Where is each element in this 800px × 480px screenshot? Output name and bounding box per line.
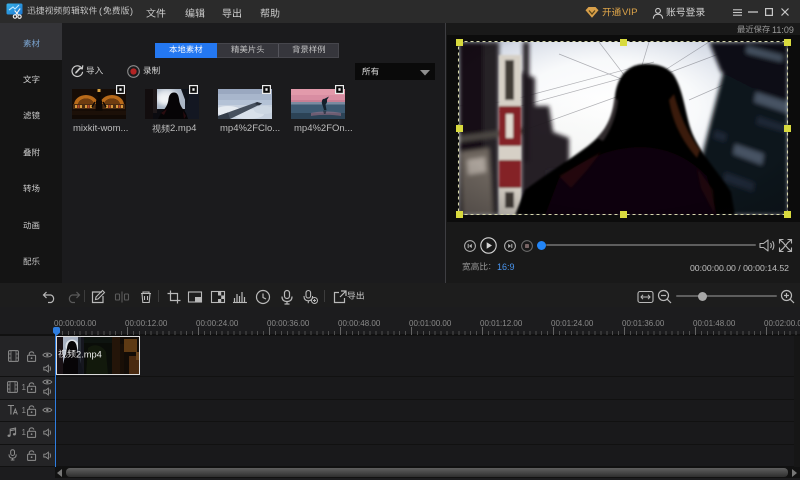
svg-text:2.mp4: 2.mp4 [76, 350, 102, 360]
